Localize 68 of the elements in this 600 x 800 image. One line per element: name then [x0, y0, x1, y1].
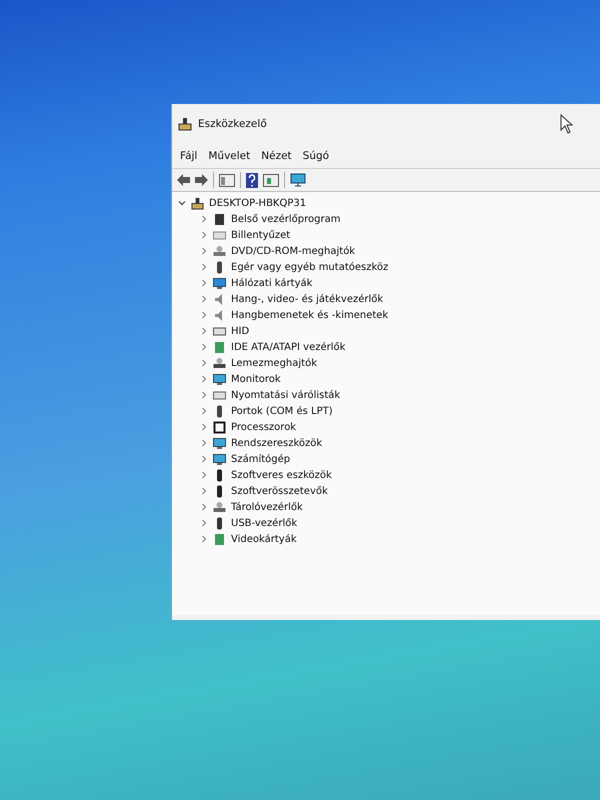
expand-chevron-icon[interactable] [200, 519, 208, 527]
expand-chevron-icon[interactable] [200, 375, 208, 383]
expand-chevron-icon[interactable] [200, 231, 208, 239]
tree-item[interactable]: IDE ATA/ATAPI vezérlők [231, 342, 346, 352]
tree-item[interactable]: HID [231, 326, 250, 336]
menu-item[interactable]: Fájl [180, 150, 198, 162]
tree-item[interactable]: DESKTOP-HBKQP31 [209, 198, 306, 208]
tree-item[interactable]: Lemezmeghajtók [231, 358, 318, 368]
keyboard-icon [213, 324, 226, 338]
square-icon [213, 420, 226, 434]
tree-item[interactable]: Rendszereszközök [231, 438, 322, 448]
computer-icon [178, 117, 192, 131]
tree-item[interactable]: Hálózati kártyák [231, 278, 312, 288]
drive-icon [213, 500, 226, 514]
printer-icon [213, 388, 226, 402]
expand-chevron-icon[interactable] [200, 439, 208, 447]
panel-icon[interactable] [219, 174, 235, 186]
properties-icon[interactable] [263, 174, 279, 186]
expand-chevron-icon[interactable] [200, 215, 208, 223]
tree-item[interactable]: Számítógép [231, 454, 290, 464]
menu-item[interactable]: Súgó [302, 150, 330, 162]
monitor-icon[interactable] [290, 173, 306, 187]
tree-item[interactable]: Hang-, video- és játékvezérlők [231, 294, 384, 304]
expand-chevron-icon[interactable] [200, 455, 208, 463]
keyboard-icon [213, 228, 226, 242]
tree-item[interactable]: USB-vezérlők [231, 518, 298, 528]
expand-chevron-icon[interactable] [200, 343, 208, 351]
tree-item[interactable]: Nyomtatási várólisták [231, 390, 340, 400]
monitor-icon [213, 452, 226, 466]
expand-chevron-icon[interactable] [200, 247, 208, 255]
computer-icon [191, 196, 204, 210]
tree-item[interactable]: Tárolóvezérlők [231, 502, 303, 512]
forward-arrow-icon[interactable] [195, 174, 208, 186]
mouse-cursor-icon [560, 114, 574, 134]
expand-chevron-icon[interactable] [200, 279, 208, 287]
tree-item[interactable]: Portok (COM és LPT) [231, 406, 333, 416]
tree-item[interactable]: Billentyűzet [231, 230, 290, 240]
expand-chevron-icon[interactable] [200, 503, 208, 511]
tree-item[interactable]: Egér vagy egyéb mutatóeszköz [231, 262, 388, 272]
menu-item[interactable]: Művelet [208, 150, 250, 162]
back-arrow-icon[interactable] [177, 174, 190, 186]
menu-item[interactable]: Nézet [261, 150, 292, 162]
disc-drive-icon [213, 244, 226, 258]
expand-chevron-icon[interactable] [200, 423, 208, 431]
tree-item[interactable]: Hangbemenetek és -kimenetek [231, 310, 388, 320]
expand-chevron-icon[interactable] [200, 487, 208, 495]
expand-chevron-icon[interactable] [200, 311, 208, 319]
tree-item[interactable]: Szoftveres eszközök [231, 470, 332, 480]
tree-item[interactable]: Processzorok [231, 422, 296, 432]
expand-chevron-icon[interactable] [200, 295, 208, 303]
collapse-chevron-icon[interactable] [178, 199, 186, 207]
network-monitor-icon [213, 276, 226, 290]
expand-chevron-icon[interactable] [200, 535, 208, 543]
tree-item[interactable]: DVD/CD-ROM-meghajtók [231, 246, 356, 256]
expand-chevron-icon[interactable] [200, 391, 208, 399]
expand-chevron-icon[interactable] [200, 263, 208, 271]
tree-item[interactable]: Szoftverösszetevők [231, 486, 328, 496]
drive-icon [213, 356, 226, 370]
help-icon[interactable] [246, 172, 258, 188]
expand-chevron-icon[interactable] [200, 359, 208, 367]
tree-item[interactable]: Monitorok [231, 374, 281, 384]
expand-chevron-icon[interactable] [200, 407, 208, 415]
tree-item[interactable]: Videokártyák [231, 534, 297, 544]
tree-item[interactable]: Belső vezérlőprogram [231, 214, 340, 224]
expand-chevron-icon[interactable] [200, 471, 208, 479]
window-title: Eszközkezelő [198, 118, 267, 130]
expand-chevron-icon[interactable] [200, 327, 208, 335]
monitor-icon [213, 372, 226, 386]
